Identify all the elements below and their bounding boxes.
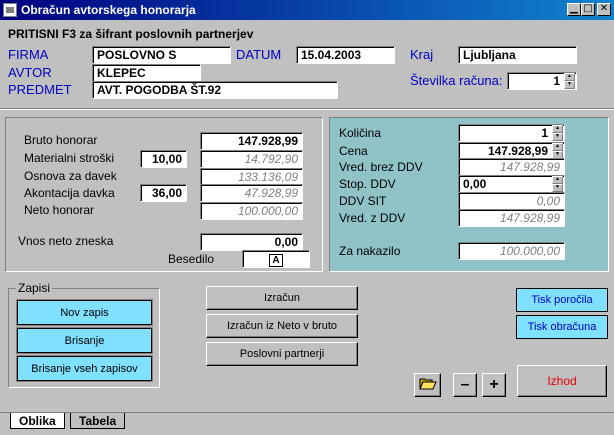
title-bar: Obračun avtorskega honorarja ▁ □ ✕ bbox=[0, 0, 614, 20]
racun-field[interactable]: 1 ▲ ▼ bbox=[507, 72, 577, 90]
brisanje-button[interactable]: Brisanje bbox=[16, 327, 153, 354]
app-icon bbox=[3, 3, 17, 17]
avtor-field[interactable]: KLEPEC bbox=[92, 64, 201, 82]
maximize-button[interactable]: □ bbox=[581, 3, 595, 16]
materialni-label: Materialni stroški bbox=[24, 151, 115, 165]
firma-field[interactable]: POSLOVNO S bbox=[92, 46, 231, 64]
ddv-sit-label: DDV SIT bbox=[339, 194, 387, 208]
izracun-neto-bruto-button[interactable]: Izračun iz Neto v bruto bbox=[206, 314, 358, 338]
akontacija-pct-field[interactable]: 36,00 bbox=[140, 184, 187, 202]
materialni-value: 14.792,90 bbox=[200, 150, 303, 168]
plus-button[interactable]: + bbox=[482, 373, 506, 397]
folder-open-icon bbox=[418, 378, 437, 389]
cena-spinner[interactable]: ▲ ▼ bbox=[552, 143, 563, 159]
brisanje-vseh-label: Brisanje vseh zapisov bbox=[31, 362, 138, 375]
osnova-label: Osnova za davek bbox=[24, 169, 117, 183]
kolicina-field[interactable]: 1 ▲ ▼ bbox=[458, 124, 565, 142]
vnos-label: Vnos neto zneska bbox=[18, 234, 114, 248]
akontacija-value: 47.928,99 bbox=[200, 184, 303, 202]
window-title: Obračun avtorskega honorarja bbox=[21, 3, 196, 17]
bruto-field[interactable]: 147.928,99 bbox=[200, 132, 303, 150]
tisk-obracuna-button[interactable]: Tisk obračuna bbox=[516, 315, 608, 339]
vred-brez-ddv-label: Vred. brez DDV bbox=[339, 160, 423, 174]
kraj-label: Kraj bbox=[410, 47, 434, 62]
header-separator bbox=[0, 108, 614, 110]
izracun-neto-label: Izračun iz Neto v bruto bbox=[226, 320, 338, 332]
besedilo-field[interactable]: A bbox=[242, 250, 310, 268]
nov-zapis-button[interactable]: Nov zapis bbox=[16, 299, 153, 326]
cena-value: 147.928,99 bbox=[487, 144, 548, 158]
predmet-field[interactable]: AVT. POGODBA ŠT.92 bbox=[92, 81, 338, 99]
brisanje-vseh-button[interactable]: Brisanje vseh zapisov bbox=[16, 355, 153, 382]
bruto-label: Bruto honorar bbox=[24, 133, 98, 147]
materialni-pct-field[interactable]: 10,00 bbox=[140, 150, 187, 168]
besedilo-label: Besedilo bbox=[168, 252, 215, 266]
datum-field[interactable]: 15.04.2003 bbox=[296, 46, 395, 64]
tab-strip: Oblika Tabela bbox=[0, 412, 614, 435]
neto-label: Neto honorar bbox=[24, 203, 95, 217]
neto-value: 100.000,00 bbox=[200, 202, 303, 220]
brisanje-label: Brisanje bbox=[64, 334, 105, 347]
izracun-label: Izračun bbox=[263, 292, 301, 304]
hint-text: PRITISNI F3 za šifrant poslovnih partner… bbox=[8, 27, 254, 41]
predmet-label: PREDMET bbox=[8, 82, 72, 97]
datum-label: DATUM bbox=[236, 47, 282, 62]
kolicina-value: 1 bbox=[541, 126, 548, 140]
close-button[interactable]: ✕ bbox=[597, 3, 611, 16]
kraj-field[interactable]: Ljubljana bbox=[458, 46, 577, 64]
nov-zapis-label: Nov zapis bbox=[60, 306, 109, 319]
partnerji-label: Poslovni partnerji bbox=[239, 348, 325, 360]
minus-label: – bbox=[460, 376, 470, 393]
racun-label: Številka računa: bbox=[410, 73, 503, 88]
plus-label: + bbox=[489, 376, 499, 393]
cena-label: Cena bbox=[339, 144, 368, 158]
stop-ddv-field[interactable]: 0,00 ▲ ▼ bbox=[458, 175, 565, 193]
stop-ddv-spinner[interactable]: ▲ ▼ bbox=[552, 176, 563, 192]
stop-ddv-value: 0,00 bbox=[463, 177, 487, 191]
tab-tabela[interactable]: Tabela bbox=[70, 413, 126, 429]
racun-value: 1 bbox=[553, 74, 560, 88]
akontacija-label: Akontacija davka bbox=[24, 186, 115, 200]
minimize-button[interactable]: ▁ bbox=[567, 3, 581, 16]
izhod-button[interactable]: Izhod bbox=[517, 365, 607, 397]
tab-tabela-label: Tabela bbox=[79, 414, 117, 428]
izhod-label: Izhod bbox=[547, 374, 577, 388]
izracun-button[interactable]: Izračun bbox=[206, 286, 358, 310]
tab-oblika-label: Oblika bbox=[19, 414, 56, 428]
za-nakazilo-label: Za nakazilo bbox=[339, 244, 401, 258]
tisk-obracuna-label: Tisk obračuna bbox=[527, 321, 597, 333]
tab-oblika[interactable]: Oblika bbox=[10, 413, 65, 429]
text-glyph-icon: A bbox=[269, 254, 283, 267]
zapisi-title: Zapisi bbox=[16, 281, 53, 295]
vnos-field[interactable]: 0,00 bbox=[200, 233, 303, 251]
poslovni-partnerji-button[interactable]: Poslovni partnerji bbox=[206, 342, 358, 366]
vred-z-ddv-value: 147.928,99 bbox=[458, 209, 565, 227]
minus-button[interactable]: – bbox=[453, 373, 477, 397]
tisk-porocila-label: Tisk poročila bbox=[531, 294, 593, 306]
kolicina-label: Količina bbox=[339, 126, 382, 140]
avtor-label: AVTOR bbox=[8, 65, 52, 80]
racun-spinner[interactable]: ▲ ▼ bbox=[564, 73, 575, 89]
open-folder-button[interactable] bbox=[414, 373, 441, 397]
za-nakazilo-value: 100.000,00 bbox=[458, 242, 565, 260]
tisk-porocila-button[interactable]: Tisk poročila bbox=[516, 288, 608, 312]
vred-z-ddv-label: Vred. z DDV bbox=[339, 211, 406, 225]
ddv-sit-value: 0,00 bbox=[458, 192, 565, 210]
stop-ddv-label: Stop. DDV bbox=[339, 177, 396, 191]
vred-brez-ddv-value: 147.928,99 bbox=[458, 158, 565, 176]
kolicina-spinner[interactable]: ▲ ▼ bbox=[552, 125, 563, 141]
firma-label: FIRMA bbox=[8, 47, 49, 62]
